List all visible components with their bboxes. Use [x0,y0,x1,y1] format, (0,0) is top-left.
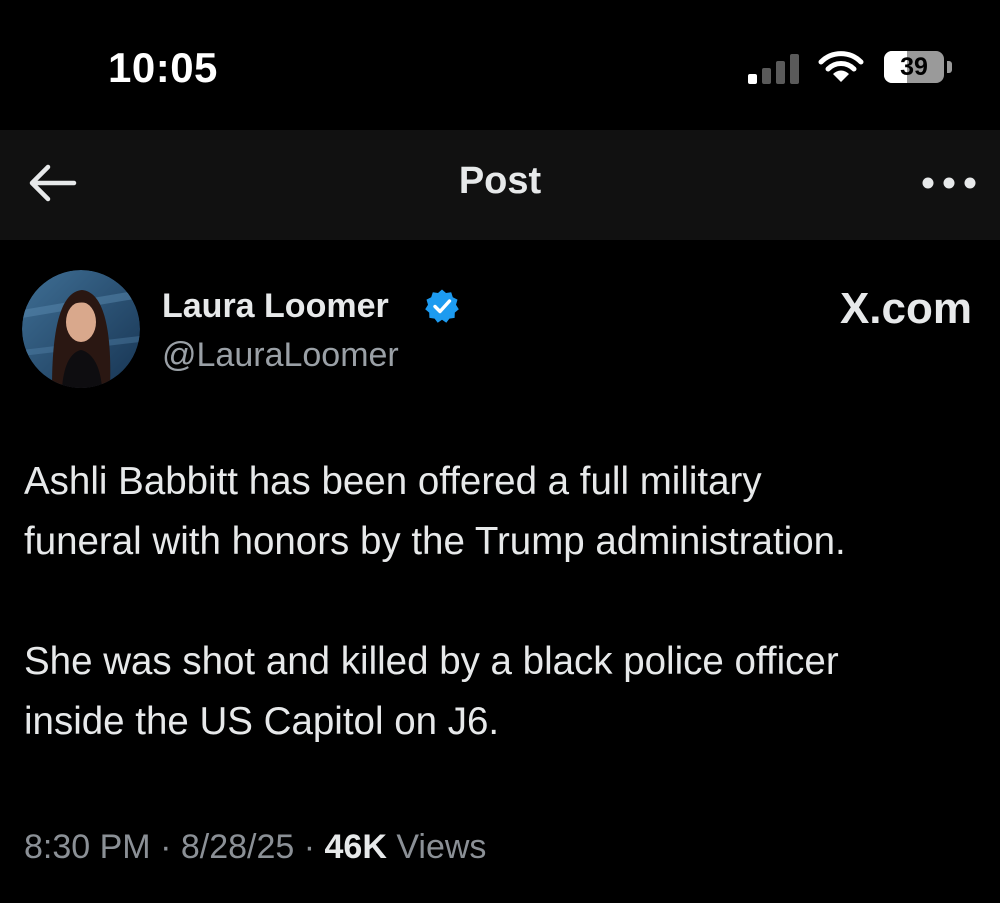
meta-separator: · [150,828,181,866]
post-date[interactable]: 8/28/25 [181,828,294,866]
post: Laura Loomer @LauraLoomer X.com Ashli Ba… [0,240,1000,903]
post-text: Ashli Babbitt has been offered a full mi… [24,452,1000,752]
meta-separator: · [294,828,325,866]
status-bar: 10:05 39 [0,0,1000,130]
wifi-icon [818,51,864,82]
post-text-line: funeral with honors by the Trump adminis… [24,520,846,563]
more-options-icon[interactable] [918,170,980,196]
views-count: 46K [324,828,387,866]
author-handle[interactable]: @LauraLoomer [162,336,399,375]
page-title: Post [458,160,542,202]
author-name[interactable]: Laura Loomer [162,287,389,326]
post-time[interactable]: 8:30 PM [24,828,151,866]
x-com-watermark: X.com [839,284,972,333]
battery-icon: 39 [884,51,944,83]
status-time: 10:05 [108,44,218,91]
verified-badge-icon [425,289,459,323]
cellular-signal-icon [748,54,800,84]
views-label: Views [386,828,487,866]
nav-bar: Post [0,130,1000,240]
post-meta: 8:30 PM · 8/28/25 · 46K Views [24,828,486,867]
post-text-line: She was shot and killed by a black polic… [24,640,839,683]
avatar[interactable] [22,270,140,388]
post-text-line: inside the US Capitol on J6. [24,700,500,743]
battery-percent: 39 [900,53,928,81]
post-text-line: Ashli Babbitt has been offered a full mi… [24,460,762,503]
battery-tip [947,61,952,73]
